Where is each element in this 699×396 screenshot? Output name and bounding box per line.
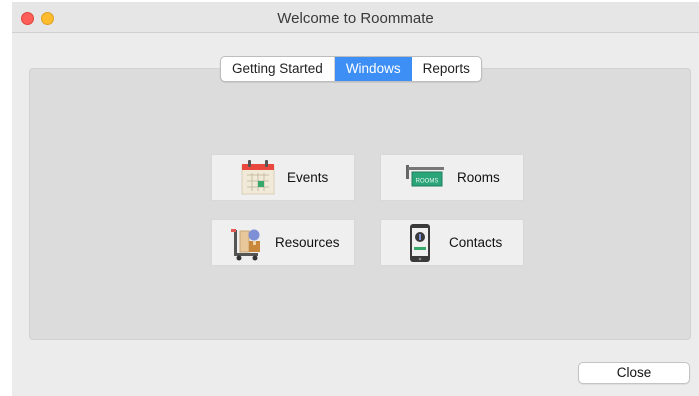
welcome-window: Welcome to Roommate Getting Started Wind… [12, 2, 699, 396]
close-button[interactable]: Close [578, 362, 690, 384]
rooms-button[interactable]: ROOMS Rooms [380, 154, 524, 201]
rooms-label: Rooms [457, 170, 500, 185]
tab-bar: Getting Started Windows Reports [220, 56, 482, 82]
tab-getting-started[interactable]: Getting Started [221, 57, 335, 81]
contacts-button[interactable]: Contacts [380, 219, 524, 266]
room-sign-icon: ROOMS [406, 165, 444, 187]
rooms-sign-text: ROOMS [416, 179, 439, 185]
events-label: Events [287, 170, 329, 185]
resources-label: Resources [275, 235, 340, 250]
calendar-icon [241, 160, 275, 195]
tab-reports[interactable]: Reports [412, 57, 481, 81]
resources-button[interactable]: Resources [211, 219, 355, 266]
title-bar: Welcome to Roommate [12, 2, 699, 33]
windows-tab-panel: Events ROOMS Rooms Resources Contacts [29, 68, 691, 340]
tab-windows[interactable]: Windows [334, 57, 412, 81]
contacts-label: Contacts [449, 235, 503, 250]
window-title: Welcome to Roommate [277, 10, 434, 27]
events-button[interactable]: Events [211, 154, 355, 201]
cart-icon [231, 229, 260, 261]
phone-contact-icon [410, 224, 430, 262]
